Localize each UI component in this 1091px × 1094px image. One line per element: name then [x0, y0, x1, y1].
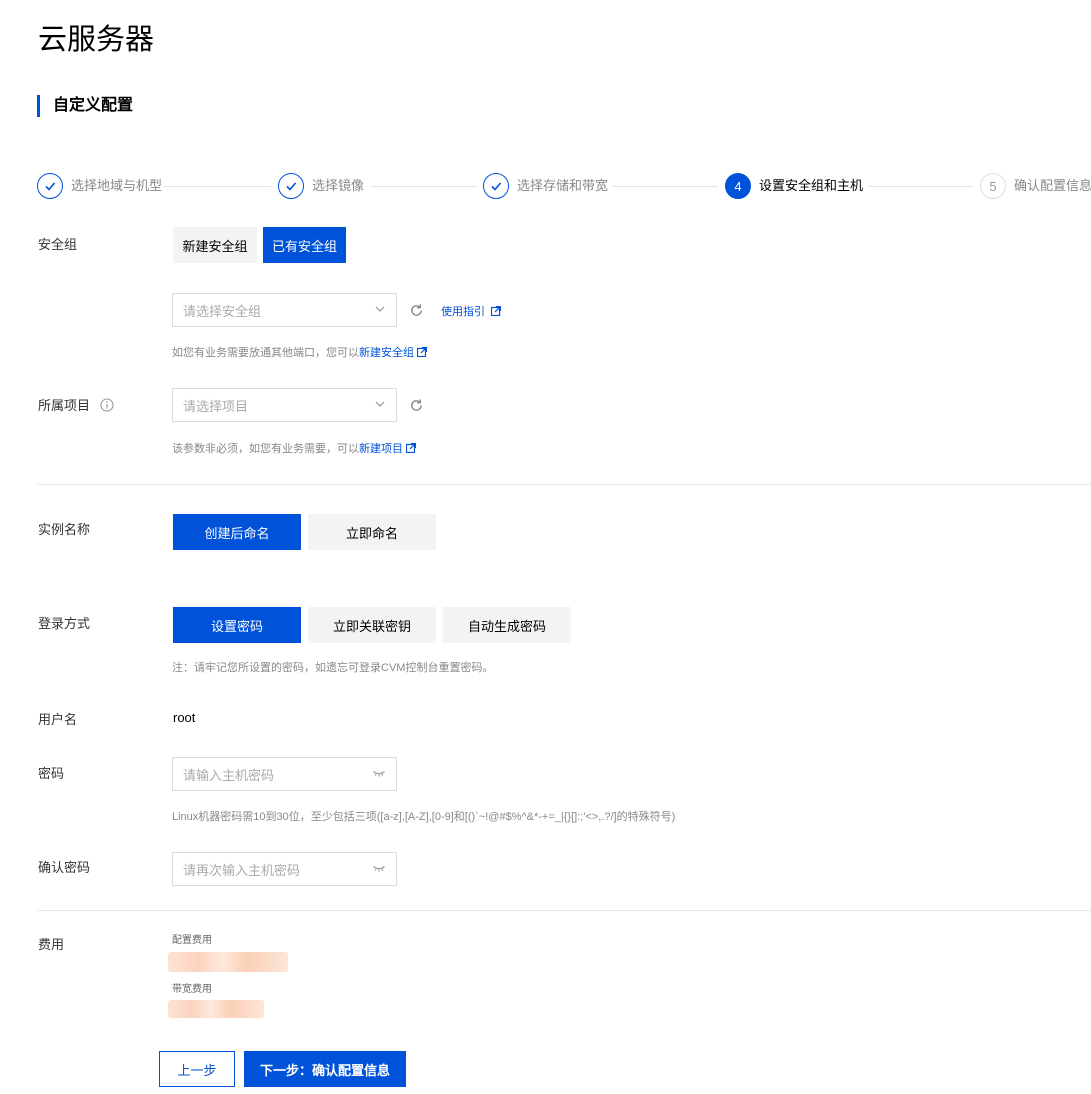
instance-name-label: 实例名称 [38, 522, 91, 537]
login-method-note: 注：请牢记您所设置的密码，如遗忘可登录CVM控制台重置密码。 [172, 662, 494, 674]
usage-guide-link-text: 使用指引 [441, 306, 485, 318]
chevron-down-icon [374, 303, 386, 318]
previous-step-button[interactable]: 上一步 [159, 1051, 235, 1087]
security-group-hint-text: 如您有业务需要放通其他端口，您可以 [172, 347, 359, 359]
project-select[interactable]: 请选择项目 [172, 388, 397, 422]
section-divider [37, 910, 1091, 911]
eye-closed-icon[interactable] [372, 861, 386, 878]
project-hint: 该参数非必须，如您有业务需要，可以新建项目 [172, 440, 416, 456]
security-group-label: 安全组 [38, 237, 78, 252]
step-2-done-icon [278, 173, 304, 199]
config-fee-value-redacted [168, 952, 288, 972]
step-connector [164, 186, 271, 187]
next-step-button[interactable]: 下一步：确认配置信息 [244, 1051, 406, 1087]
config-fee-label: 配置费用 [172, 935, 212, 946]
security-group-select-placeholder: 请选择安全组 [183, 303, 262, 319]
step-connector [868, 186, 973, 187]
step-5-label: 确认配置信息 [1014, 178, 1091, 193]
external-link-icon [491, 306, 502, 316]
project-label-text: 所属项目 [38, 398, 91, 413]
new-project-link[interactable]: 新建项目 [359, 443, 403, 455]
username-label: 用户名 [38, 712, 78, 727]
external-link-icon [417, 347, 427, 357]
bandwidth-fee-label: 带宽费用 [172, 984, 212, 995]
password-label: 密码 [38, 766, 65, 781]
step-1-label: 选择地域与机型 [71, 178, 163, 193]
refresh-icon[interactable] [409, 303, 424, 321]
fees-label: 费用 [38, 937, 65, 952]
confirm-password-input-placeholder: 请再次输入主机密码 [183, 862, 301, 878]
username-value: root [173, 710, 196, 725]
password-input[interactable]: 请输入主机密码 [172, 757, 397, 791]
chevron-down-icon [374, 398, 386, 413]
page-title: 云服务器 [38, 24, 155, 56]
section-title: 自定义配置 [37, 95, 133, 117]
step-4-number: 4 [725, 173, 751, 199]
password-hint: Linux机器密码需10到30位，至少包括三项([a-z],[A-Z],[0-9… [172, 811, 676, 823]
confirm-password-input[interactable]: 请再次输入主机密码 [172, 852, 397, 886]
existing-security-group-tab[interactable]: 已有安全组 [263, 227, 346, 263]
project-select-placeholder: 请选择项目 [183, 398, 249, 414]
step-3-done-icon [483, 173, 509, 199]
step-4-label: 设置安全组和主机 [759, 178, 864, 193]
step-connector [612, 186, 718, 187]
step-connector [371, 186, 477, 187]
project-hint-text: 该参数非必须，如您有业务需要，可以 [172, 443, 359, 455]
confirm-password-label: 确认密码 [38, 860, 91, 875]
steps-bar: 选择地域与机型 选择镜像 选择存储和带宽 4 设置安全组和主机 5 确认配置信息 [0, 172, 1091, 200]
name-after-create-option[interactable]: 创建后命名 [173, 514, 301, 550]
auto-generate-password-option[interactable]: 自动生成密码 [443, 607, 571, 643]
name-now-option[interactable]: 立即命名 [308, 514, 436, 550]
step-1-done-icon [37, 173, 63, 199]
refresh-icon[interactable] [409, 398, 424, 416]
new-security-group-tab[interactable]: 新建安全组 [173, 227, 257, 263]
bind-key-option[interactable]: 立即关联密钥 [308, 607, 436, 643]
step-2-label: 选择镜像 [312, 178, 365, 193]
security-group-select[interactable]: 请选择安全组 [172, 293, 397, 327]
step-3-label: 选择存储和带宽 [517, 178, 609, 193]
external-link-icon [406, 443, 416, 453]
info-icon[interactable] [100, 398, 114, 412]
login-method-label: 登录方式 [38, 616, 91, 631]
section-divider [37, 484, 1091, 485]
password-input-placeholder: 请输入主机密码 [183, 767, 275, 783]
bandwidth-fee-value-redacted [168, 1000, 264, 1018]
project-label: 所属项目 [38, 395, 114, 414]
eye-closed-icon[interactable] [372, 766, 386, 783]
security-group-hint: 如您有业务需要放通其他端口，您可以新建安全组 [172, 344, 427, 360]
step-5-number: 5 [980, 173, 1006, 199]
set-password-option[interactable]: 设置密码 [173, 607, 301, 643]
new-security-group-link[interactable]: 新建安全组 [359, 347, 414, 359]
usage-guide-link[interactable]: 使用指引 [441, 303, 502, 319]
